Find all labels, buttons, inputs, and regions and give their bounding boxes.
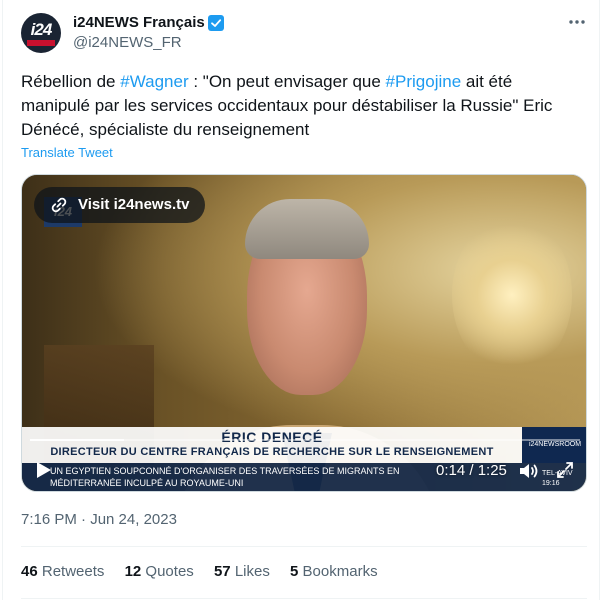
- divider: [21, 546, 587, 547]
- video-person-hair: [245, 199, 369, 259]
- lower-third-name: ÉRIC DENECÉ: [221, 429, 323, 445]
- verified-badge-icon: [208, 15, 224, 31]
- avatar-logo-bar: [27, 40, 55, 46]
- video-lamp-glow: [452, 215, 572, 375]
- video-player[interactable]: i24 Visit i24news.tv ÉRIC DENECÉ DIRECTE…: [21, 174, 587, 492]
- divider: [21, 598, 587, 599]
- tweet-text-part: : "On peut envisager que: [188, 72, 386, 91]
- likes-count: 57: [213, 563, 231, 580]
- link-icon: [51, 197, 67, 213]
- tweet-text-part: Rébellion de: [21, 72, 121, 91]
- video-time: 0:14 / 1:25: [436, 462, 507, 479]
- hashtag-prigojine[interactable]: #Prigojine: [386, 72, 462, 91]
- fullscreen-icon[interactable]: [555, 460, 575, 480]
- play-icon[interactable]: [36, 461, 52, 479]
- quotes-label: Quotes: [145, 563, 194, 580]
- retweets-count: 46: [21, 563, 38, 580]
- likes-stat[interactable]: 57 Likes: [214, 562, 270, 582]
- translate-tweet-link[interactable]: Translate Tweet: [21, 145, 113, 161]
- bookmarks-label: Bookmarks: [302, 563, 378, 580]
- account-handle[interactable]: @i24NEWS_FR: [73, 33, 182, 53]
- quotes-stat[interactable]: 12 Quotes: [125, 562, 194, 582]
- ticker-text: UN EGYPTIEN SOUPCONNÉ D'ORGANISER DES TR…: [50, 466, 400, 488]
- visit-website-button[interactable]: Visit i24news.tv: [34, 187, 206, 223]
- tweet-timestamp[interactable]: 7:16 PM · Jun 24, 2023: [21, 510, 177, 530]
- retweets-label: Retweets: [41, 563, 105, 580]
- volume-icon[interactable]: [518, 460, 540, 482]
- avatar[interactable]: i24: [21, 13, 61, 53]
- likes-label: Likes: [234, 563, 270, 580]
- lower-third: ÉRIC DENECÉ DIRECTEUR DU CENTRE FRANÇAIS…: [22, 427, 586, 491]
- tweet-stats: 46 Retweets 12 Quotes 57 Likes 5 Bookmar…: [21, 562, 394, 582]
- lower-third-title: DIRECTEUR DU CENTRE FRANÇAIS DE RECHERCH…: [50, 446, 494, 458]
- avatar-logo: i24: [30, 20, 53, 39]
- retweets-stat[interactable]: 46 Retweets: [21, 562, 104, 582]
- video-progress-fill: [30, 439, 124, 441]
- bookmarks-stat[interactable]: 5 Bookmarks: [290, 562, 378, 582]
- bookmarks-count: 5: [290, 563, 299, 580]
- hashtag-wagner[interactable]: #Wagner: [120, 72, 188, 91]
- more-icon[interactable]: [567, 12, 587, 32]
- tweet-card: i24 i24NEWS Français @i24NEWS_FR Rébelli…: [2, 0, 600, 600]
- quotes-count: 12: [124, 563, 142, 580]
- tweet-text: Rébellion de #Wagner : "On peut envisage…: [21, 70, 581, 142]
- visit-website-label: Visit i24news.tv: [78, 196, 190, 213]
- newsroom-label: i24NEWSROOM: [522, 427, 586, 463]
- account-name[interactable]: i24NEWS Français: [73, 13, 205, 33]
- video-progress-bar[interactable]: [30, 439, 580, 441]
